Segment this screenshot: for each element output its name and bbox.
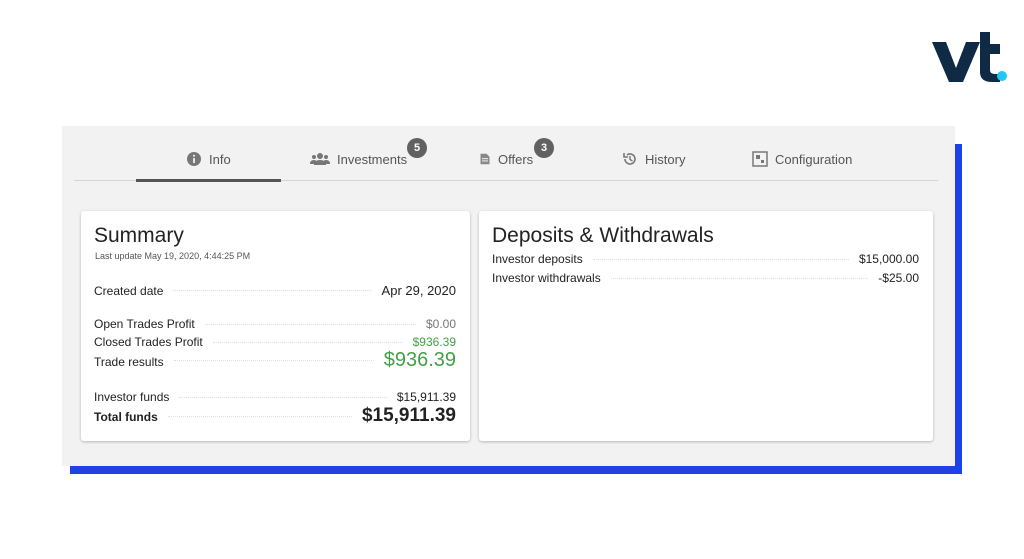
created-date-label: Created date xyxy=(94,284,164,298)
row-leader xyxy=(179,396,387,398)
closed-trades-row: Closed Trades Profit $936.39 xyxy=(94,335,456,349)
vt-logo xyxy=(932,32,1007,82)
investor-funds-value: $15,911.39 xyxy=(396,390,456,404)
tab-label: Offers xyxy=(498,151,534,167)
investor-deposits-label: Investor deposits xyxy=(492,252,583,266)
tab-label: Investments xyxy=(337,151,408,167)
row-leader xyxy=(204,323,416,325)
investor-withdrawals-label: Investor withdrawals xyxy=(492,271,601,285)
row-leader xyxy=(212,341,403,343)
investor-withdrawals-row: Investor withdrawals -$25.00 xyxy=(492,271,919,285)
row-leader xyxy=(610,277,869,279)
open-trades-row: Open Trades Profit $0.00 xyxy=(94,317,456,331)
open-trades-value: $0.00 xyxy=(425,317,456,331)
history-icon xyxy=(623,153,636,165)
investments-count-badge: 5 xyxy=(407,138,427,158)
tab-history[interactable]: History xyxy=(622,138,685,180)
tab-investments[interactable]: Investments xyxy=(310,138,407,180)
tab-bar: Info Investments 5 Offers 3 History Conf… xyxy=(74,138,938,182)
row-leader xyxy=(173,360,374,361)
total-funds-value: $15,911.39 xyxy=(361,405,456,426)
users-icon xyxy=(310,153,330,165)
row-leader xyxy=(167,415,352,417)
tab-info[interactable]: Info xyxy=(136,138,281,182)
total-funds-label: Total funds xyxy=(94,410,158,424)
investor-funds-label: Investor funds xyxy=(94,390,170,404)
configuration-icon xyxy=(752,151,768,167)
trade-results-row: Trade results $936.39 xyxy=(94,349,456,372)
summary-title: Summary xyxy=(94,224,184,247)
total-funds-row: Total funds $15,911.39 xyxy=(94,405,456,427)
investor-funds-row: Investor funds $15,911.39 xyxy=(94,390,456,404)
created-date-row: Created date Apr 29, 2020 xyxy=(94,283,456,298)
tab-configuration[interactable]: Configuration xyxy=(752,138,852,180)
trade-results-value: $936.39 xyxy=(383,349,456,371)
deposits-withdrawals-card: Deposits & Withdrawals Investor deposits… xyxy=(479,211,933,441)
row-leader xyxy=(173,290,372,291)
investor-withdrawals-value: -$25.00 xyxy=(878,271,919,285)
tab-offers[interactable]: Offers xyxy=(479,138,533,180)
tab-label: Info xyxy=(209,151,231,167)
closed-trades-label: Closed Trades Profit xyxy=(94,335,203,349)
row-leader xyxy=(592,258,849,260)
offers-count-badge: 3 xyxy=(534,138,554,158)
screen: Info Investments 5 Offers 3 History Conf… xyxy=(0,0,1024,559)
open-trades-label: Open Trades Profit xyxy=(94,317,195,331)
investor-deposits-value: $15,000.00 xyxy=(858,252,919,266)
investor-deposits-row: Investor deposits $15,000.00 xyxy=(492,252,919,266)
tab-label: Configuration xyxy=(775,151,853,167)
summary-card: Summary Last update May 19, 2020, 4:44:2… xyxy=(81,211,470,441)
created-date-value: Apr 29, 2020 xyxy=(381,283,456,298)
trade-results-label: Trade results xyxy=(94,355,164,369)
info-icon xyxy=(187,152,201,166)
deposits-title: Deposits & Withdrawals xyxy=(492,224,714,247)
document-icon xyxy=(480,153,490,165)
last-update-text: Last update May 19, 2020, 4:44:25 PM xyxy=(95,251,251,261)
tab-label: History xyxy=(645,151,686,167)
closed-trades-value: $936.39 xyxy=(412,335,456,349)
